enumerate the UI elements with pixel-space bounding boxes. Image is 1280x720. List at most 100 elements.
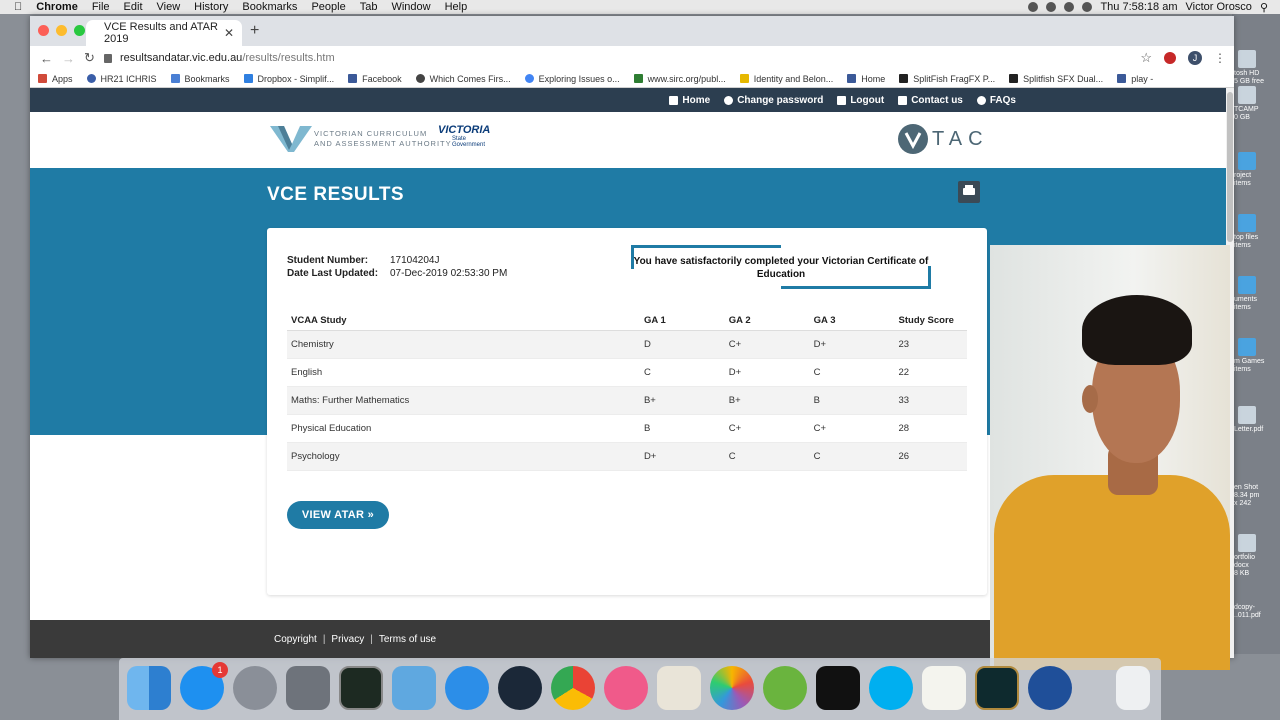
- preview-icon[interactable]: [657, 666, 701, 710]
- table-row: Psychology D+ C C 26: [287, 442, 967, 471]
- volume-icon[interactable]: [1082, 2, 1093, 12]
- safari-icon[interactable]: [445, 666, 489, 710]
- globe-icon: [86, 74, 96, 83]
- nav-logout-link[interactable]: Logout: [837, 95, 884, 106]
- menu-tab[interactable]: Tab: [360, 1, 378, 13]
- nav-home-link[interactable]: Home: [669, 95, 710, 106]
- photos-icon[interactable]: [710, 666, 754, 710]
- menu-edit[interactable]: Edit: [124, 1, 143, 13]
- trash-icon[interactable]: [1116, 666, 1150, 710]
- skype-icon[interactable]: [869, 666, 913, 710]
- spotlight-icon[interactable]: ⚲: [1260, 1, 1268, 14]
- minimize-window-button[interactable]: [56, 25, 67, 36]
- bookmark-sirc[interactable]: www.sirc.org/publ...: [633, 74, 726, 84]
- bookmark-exploring[interactable]: Exploring Issues o...: [524, 74, 620, 84]
- desktop-item-letter[interactable]: Letter.pdf: [1234, 406, 1280, 434]
- menu-app-name[interactable]: Chrome: [36, 1, 78, 13]
- record-icon[interactable]: [1028, 2, 1039, 12]
- new-tab-icon[interactable]: +: [250, 22, 259, 40]
- globe-icon: [415, 74, 425, 83]
- footer-copyright-link[interactable]: Copyright: [274, 634, 317, 645]
- chrome-icon[interactable]: [551, 666, 595, 710]
- footer-terms-link[interactable]: Terms of use: [379, 634, 436, 645]
- league-of-legends-icon[interactable]: [975, 666, 1019, 710]
- menubar-clock[interactable]: Thu 7:58:18 am: [1100, 1, 1177, 13]
- study-name: Chemistry: [287, 330, 640, 359]
- desktop-item-copy-pdf[interactable]: dcopy- ..011.pdf: [1234, 604, 1280, 620]
- bookmark-apps[interactable]: Apps: [38, 74, 73, 84]
- bookmark-bookmarks[interactable]: Bookmarks: [170, 74, 230, 84]
- finder-icon[interactable]: [127, 666, 171, 710]
- itunes-icon[interactable]: [604, 666, 648, 710]
- bookmark-identity[interactable]: Identity and Belon...: [739, 74, 833, 84]
- desktop-item-desktop-files[interactable]: top files items: [1234, 214, 1280, 250]
- menu-people[interactable]: People: [311, 1, 345, 13]
- nav-faqs-link[interactable]: FAQs: [976, 95, 1016, 106]
- bookmark-which-comes[interactable]: Which Comes Firs...: [415, 74, 511, 84]
- utorrent-icon[interactable]: [763, 666, 807, 710]
- activity-monitor-icon[interactable]: [339, 666, 383, 710]
- textedit-icon[interactable]: [922, 666, 966, 710]
- lock-icon[interactable]: [104, 53, 112, 63]
- bookmark-hr21[interactable]: HR21 ICHRIS: [86, 74, 157, 84]
- terminal-icon[interactable]: [816, 666, 860, 710]
- zoom-window-button[interactable]: [74, 25, 85, 36]
- desktop-item-bootcamp[interactable]: TCAMP 0 GB: [1234, 86, 1280, 122]
- table-row: Physical Education B C+ C+ 28: [287, 414, 967, 443]
- desktop-item-portfolio[interactable]: ortfolio docx 8 KB: [1234, 534, 1280, 578]
- menu-window[interactable]: Window: [391, 1, 430, 13]
- timemachine-icon[interactable]: [1046, 2, 1057, 12]
- victoria-government-logo[interactable]: VICTORIA State Government: [438, 124, 490, 148]
- menu-bookmarks[interactable]: Bookmarks: [242, 1, 297, 13]
- reload-icon[interactable]: ↻: [84, 50, 96, 66]
- bookmark-star-icon[interactable]: ☆: [1140, 50, 1152, 66]
- profile-avatar[interactable]: J: [1188, 51, 1202, 65]
- star-icon: [170, 74, 180, 83]
- desktop-item-hd[interactable]: tosh HD 5 GB free: [1234, 50, 1280, 86]
- menu-view[interactable]: View: [157, 1, 181, 13]
- vcaa-logo[interactable]: VICTORIAN CURRICULUM AND ASSESSMENT AUTH…: [270, 126, 452, 152]
- study-score: 22: [894, 358, 967, 387]
- desktop-item-screenshot[interactable]: en Shot 8.34 pm x 242: [1234, 484, 1280, 508]
- quicktime-icon[interactable]: [1028, 666, 1072, 710]
- system-preferences-icon[interactable]: [286, 666, 330, 710]
- url-field[interactable]: resultsandatar.vic.edu.au/results/result…: [104, 48, 1164, 68]
- extension-icon[interactable]: [1164, 52, 1176, 64]
- forward-icon[interactable]: →: [62, 51, 75, 66]
- print-button[interactable]: [958, 181, 980, 203]
- apple-icon[interactable]: : [14, 1, 22, 13]
- footer-privacy-link[interactable]: Privacy: [331, 634, 364, 645]
- bookmark-home[interactable]: Home: [847, 74, 885, 84]
- launchpad-icon[interactable]: [233, 666, 277, 710]
- desktop-item-games[interactable]: m Games items: [1234, 338, 1280, 374]
- bookmark-splitfish-sfx[interactable]: Splitfish SFX Dual...: [1009, 74, 1103, 84]
- nav-contact-link[interactable]: Contact us: [898, 95, 963, 106]
- menu-file[interactable]: File: [92, 1, 110, 13]
- wunderlist-icon[interactable]: [392, 666, 436, 710]
- menubar-user[interactable]: Victor Orosco: [1186, 1, 1252, 13]
- view-atar-button[interactable]: VIEW ATAR »: [287, 501, 389, 529]
- wifi-icon[interactable]: [1064, 2, 1075, 12]
- bookmark-dropbox[interactable]: Dropbox - Simplif...: [243, 74, 334, 84]
- bookmark-facebook[interactable]: Facebook: [348, 74, 402, 84]
- app-store-icon[interactable]: 1: [180, 662, 228, 710]
- nav-change-password-link[interactable]: Change password: [724, 95, 823, 106]
- tab-active[interactable]: VCE Results and ATAR 2019 ✕: [86, 20, 242, 46]
- desktop-item-project[interactable]: roject items: [1234, 152, 1280, 188]
- close-window-button[interactable]: [38, 25, 49, 36]
- desktop-item-documents[interactable]: uments items: [1234, 276, 1280, 312]
- bookmark-play[interactable]: play -: [1117, 74, 1153, 84]
- menu-help[interactable]: Help: [445, 1, 468, 13]
- back-icon[interactable]: ←: [40, 51, 53, 66]
- steam-icon[interactable]: [498, 666, 542, 710]
- vtac-logo[interactable]: TAC: [898, 124, 989, 154]
- hard-drive-icon: [1238, 50, 1256, 68]
- logo-bar: VICTORIAN CURRICULUM AND ASSESSMENT AUTH…: [30, 112, 1226, 168]
- close-tab-icon[interactable]: ✕: [224, 26, 234, 40]
- menu-history[interactable]: History: [194, 1, 228, 13]
- dropbox-icon: [243, 74, 253, 83]
- docx-file-icon: [1238, 534, 1256, 552]
- menu-kebab-icon[interactable]: ⋮: [1214, 51, 1226, 65]
- scrollbar-thumb[interactable]: [1227, 92, 1233, 242]
- bookmark-splitfish-fragfx[interactable]: SplitFish FragFX P...: [899, 74, 995, 84]
